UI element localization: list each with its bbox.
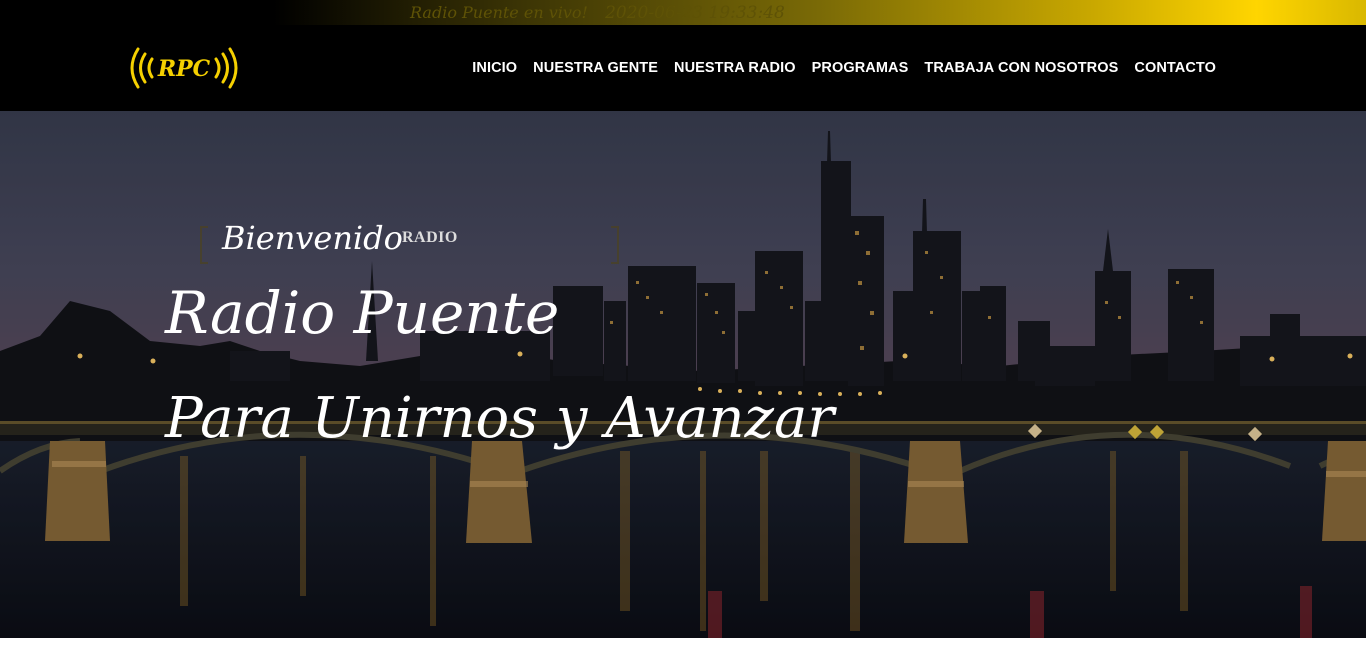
logo-text: RPC	[157, 56, 211, 82]
hero-title-line1: Radio Puente	[165, 279, 560, 347]
site-header: RPC INICIO NUESTRA GENTE NUESTRA RADIO P…	[0, 25, 1366, 111]
hero-radio-label: RADIO	[402, 229, 458, 246]
nav-nuestra-radio[interactable]: NUESTRA RADIO	[674, 60, 796, 76]
live-ticker: Radio Puente en vivo! 2020-06-23 19:33:4…	[410, 3, 785, 23]
top-ticker-bar: Radio Puente en vivo! 2020-06-23 19:33:4…	[0, 0, 1366, 25]
live-ticker-datetime: 2020-06-23 19:33:48	[605, 3, 785, 23]
radio-waves-logo-icon: RPC	[130, 47, 238, 89]
nav-trabaja-con-nosotros[interactable]: TRABAJA CON NOSOTROS	[924, 60, 1118, 76]
nav-inicio[interactable]: INICIO	[472, 60, 517, 76]
main-nav: INICIO NUESTRA GENTE NUESTRA RADIO PROGR…	[472, 60, 1216, 76]
rpc-logo[interactable]: RPC	[126, 39, 242, 97]
decorative-bracket-left	[200, 226, 208, 264]
live-ticker-text: Radio Puente en vivo!	[410, 3, 588, 22]
hero-banner: Bienvenido RADIO Radio Puente Para Unirn…	[0, 111, 1366, 638]
hero-welcome: Bienvenido	[222, 219, 403, 257]
decorative-bracket-right	[611, 226, 619, 264]
hero-text: Bienvenido RADIO Radio Puente Para Unirn…	[0, 111, 1366, 638]
nav-programas[interactable]: PROGRAMAS	[812, 60, 909, 76]
hero-title-line2: Para Unirnos y Avanzar	[165, 386, 835, 451]
nav-contacto[interactable]: CONTACTO	[1134, 60, 1216, 76]
nav-nuestra-gente[interactable]: NUESTRA GENTE	[533, 60, 658, 76]
